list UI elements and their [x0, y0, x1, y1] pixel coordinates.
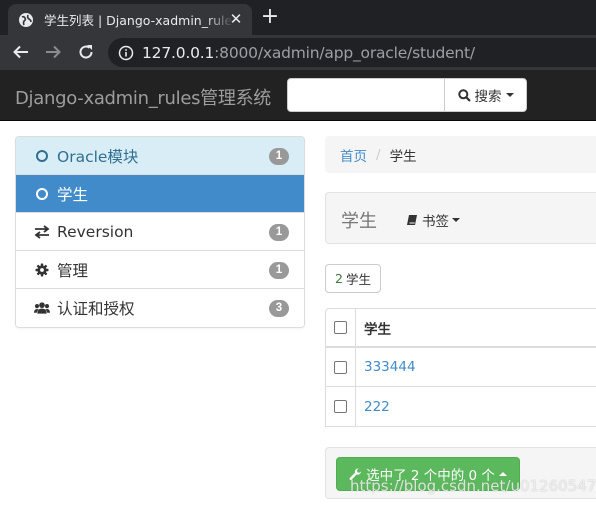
- close-icon[interactable]: ✕: [228, 12, 244, 28]
- breadcrumb: 首页 / 学生: [325, 136, 596, 173]
- select-all-checkbox[interactable]: [334, 321, 347, 334]
- sidebar-item-oracle[interactable]: Oracle模块 1: [16, 137, 304, 175]
- forward-arrow-icon[interactable]: [42, 41, 64, 63]
- search-input[interactable]: [287, 78, 445, 112]
- caret-down-icon: [505, 93, 514, 97]
- row-checkbox[interactable]: [334, 360, 347, 374]
- caret-up-icon: [498, 472, 507, 476]
- globe-icon: [18, 12, 34, 28]
- row-checkbox[interactable]: [334, 400, 347, 413]
- bookmark-dropdown[interactable]: 书签: [406, 210, 460, 230]
- row-select-cell: [326, 387, 356, 426]
- page-title: 学生: [341, 211, 377, 232]
- browser-tab[interactable]: 学生列表 | Django-xadmin_rules管理系统 ✕: [8, 4, 252, 35]
- search-button-label: 搜索: [474, 89, 502, 104]
- sidebar-item-student[interactable]: 学生: [16, 175, 304, 213]
- result-count-label: 学生: [345, 272, 371, 287]
- page-header: 学生 书签: [325, 192, 596, 244]
- url-text: 127.0.0.1:8000/xadmin/app_oracle/student…: [142, 44, 475, 62]
- bookmark-label: 书签: [422, 214, 449, 230]
- new-tab-icon[interactable]: +: [258, 5, 282, 29]
- count-badge: 1: [269, 262, 289, 279]
- breadcrumb-separator: /: [376, 146, 381, 163]
- actions-label: 选中了 2 个中的 0 个: [366, 468, 495, 484]
- count-badge: 1: [269, 224, 289, 241]
- count-badge: 1: [269, 148, 289, 165]
- row-select-cell: [326, 348, 356, 386]
- browser-tabstrip: 学生列表 | Django-xadmin_rules管理系统 ✕ +: [0, 0, 596, 35]
- sidebar-item-label: Oracle模块: [57, 147, 139, 166]
- search-button[interactable]: 搜索: [444, 78, 527, 112]
- breadcrumb-current: 学生: [389, 148, 417, 165]
- table-row: 222: [326, 387, 596, 426]
- actions-bar: 选中了 2 个中的 0 个: [325, 447, 596, 499]
- reload-icon[interactable]: [75, 41, 97, 63]
- sidebar-menu: Oracle模块 1 学生 Reversion 1 管理 1 认证和授权 3: [15, 136, 305, 328]
- sidebar-item-label: 管理: [57, 261, 89, 280]
- url-host: 127.0.0.1: [142, 43, 215, 62]
- exchange-icon: [34, 224, 50, 240]
- app-navbar: Django-xadmin_rules管理系统 搜索: [0, 70, 596, 121]
- caret-down-icon: [452, 218, 460, 222]
- browser-toolbar: 127.0.0.1:8000/xadmin/app_oracle/student…: [0, 35, 596, 70]
- url-path: :8000/xadmin/app_oracle/student/: [214, 43, 475, 62]
- student-link[interactable]: 222: [356, 399, 390, 415]
- info-icon[interactable]: [118, 45, 134, 61]
- wrench-icon: [349, 467, 362, 481]
- sidebar-item-reversion[interactable]: Reversion 1: [16, 213, 304, 251]
- users-icon: [34, 300, 50, 316]
- breadcrumb-home-link[interactable]: 首页: [340, 145, 367, 165]
- result-count-button[interactable]: 2 学生: [325, 264, 381, 293]
- actions-dropdown-button[interactable]: 选中了 2 个中的 0 个: [336, 457, 520, 491]
- table-row: 333444: [326, 348, 596, 387]
- result-count: 2: [335, 271, 343, 286]
- address-bar[interactable]: 127.0.0.1:8000/xadmin/app_oracle/student…: [108, 38, 596, 67]
- sidebar-item-label: 学生: [57, 185, 89, 204]
- column-header-student[interactable]: 学生: [356, 318, 391, 338]
- student-link[interactable]: 333444: [356, 359, 416, 375]
- select-all-cell: [326, 309, 356, 346]
- tab-title: 学生列表 | Django-xadmin_rules管理系统: [44, 13, 234, 28]
- table-header-row: 学生: [326, 309, 596, 348]
- sidebar-item-label: 认证和授权: [57, 300, 135, 318]
- back-arrow-icon[interactable]: [10, 41, 32, 63]
- sidebar-item-label: Reversion: [57, 222, 134, 241]
- circle-o-icon: [34, 186, 50, 202]
- circle-o-icon: [34, 148, 50, 164]
- book-icon: [406, 214, 418, 226]
- gear-icon: [34, 262, 50, 278]
- count-badge: 3: [269, 300, 289, 317]
- sidebar-item-auth[interactable]: 认证和授权 3: [16, 289, 304, 327]
- brand-title[interactable]: Django-xadmin_rules管理系统: [15, 84, 271, 110]
- results-table: 学生 333444 222: [325, 308, 596, 427]
- sidebar-item-manage[interactable]: 管理 1: [16, 251, 304, 289]
- search-icon: [457, 88, 471, 102]
